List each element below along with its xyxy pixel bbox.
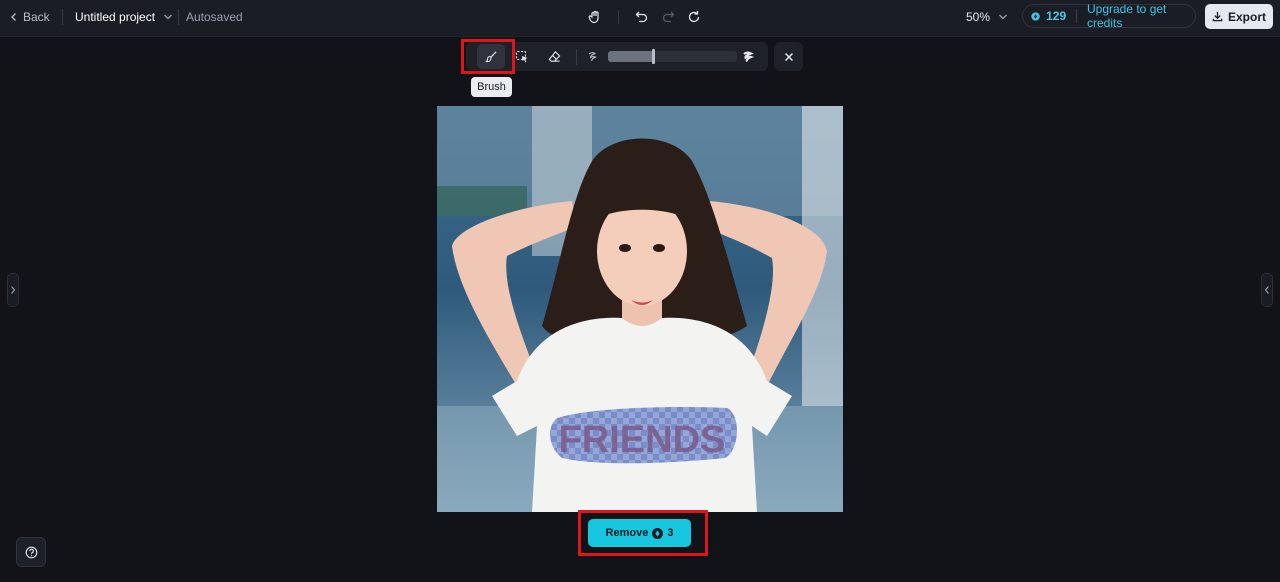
chevron-down-icon: [164, 14, 173, 20]
divider: [1076, 9, 1077, 23]
zoom-level: 50%: [966, 10, 991, 24]
tooltip: Brush: [471, 77, 512, 97]
slider-fill: [608, 51, 653, 62]
divider: [178, 9, 179, 25]
divider: [608, 10, 619, 24]
credits-count: 129: [1046, 9, 1067, 23]
undo-icon: [635, 11, 648, 23]
zoom-dropdown[interactable]: 50%: [966, 0, 1008, 34]
hand-icon: [588, 10, 599, 24]
export-label: Export: [1227, 9, 1266, 24]
brush-small-icon: [588, 51, 597, 61]
remove-button[interactable]: Remove 3: [588, 519, 691, 547]
chevron-right-icon: [11, 286, 16, 294]
back-button[interactable]: Back: [10, 0, 50, 34]
project-title: Untitled project: [75, 10, 156, 24]
chevron-left-icon: [1264, 286, 1269, 294]
remove-label: Remove: [605, 527, 649, 539]
download-icon: [1212, 11, 1223, 22]
remove-cost: 3: [667, 527, 674, 539]
top-bar: Back Untitled project Autosaved 50% 129 …: [0, 0, 1280, 37]
eraser-tool-button[interactable]: [540, 44, 568, 69]
hand-tool-button[interactable]: [582, 4, 608, 30]
close-icon: [784, 52, 793, 61]
lasso-tool-button[interactable]: [508, 44, 536, 69]
brush-icon: [484, 51, 497, 63]
credit-coin-icon: [652, 527, 664, 539]
undo-button[interactable]: [629, 4, 655, 30]
brush-toolbar: [466, 42, 768, 71]
project-title-dropdown[interactable]: Untitled project: [75, 0, 173, 34]
brush-size-small: [581, 44, 605, 69]
chevron-left-icon: [11, 13, 16, 21]
divider: [62, 9, 63, 25]
upgrade-link[interactable]: Upgrade to get credits: [1087, 2, 1185, 30]
slider-thumb[interactable]: [652, 49, 655, 64]
redo-button[interactable]: [655, 4, 681, 30]
canvas-image[interactable]: FRIENDS: [437, 106, 843, 512]
credit-coin-icon: [1031, 11, 1040, 21]
autosave-status: Autosaved: [186, 10, 243, 24]
brush-large-icon: [743, 51, 754, 62]
portrait-illustration: FRIENDS: [437, 106, 843, 512]
close-toolbar-button[interactable]: [774, 42, 803, 71]
reset-button[interactable]: [681, 4, 707, 30]
help-icon: [25, 546, 37, 558]
right-panel-toggle[interactable]: [1261, 273, 1273, 307]
brush-tool-button[interactable]: [477, 44, 505, 69]
chevron-down-icon: [999, 14, 1007, 20]
divider: [576, 49, 577, 65]
help-button[interactable]: [16, 537, 46, 567]
credits-pill[interactable]: 129 Upgrade to get credits: [1022, 2, 1196, 30]
redo-icon: [662, 11, 675, 23]
shirt-text: FRIENDS: [559, 419, 726, 461]
brush-size-slider[interactable]: [608, 49, 737, 64]
brush-size-large: [736, 44, 760, 69]
back-label: Back: [23, 10, 50, 24]
eraser-icon: [548, 51, 560, 62]
export-button[interactable]: Export: [1205, 4, 1273, 29]
canvas-actions: [582, 0, 707, 34]
lasso-icon: [515, 50, 528, 62]
refresh-icon: [688, 11, 700, 23]
left-panel-toggle[interactable]: [7, 273, 19, 307]
